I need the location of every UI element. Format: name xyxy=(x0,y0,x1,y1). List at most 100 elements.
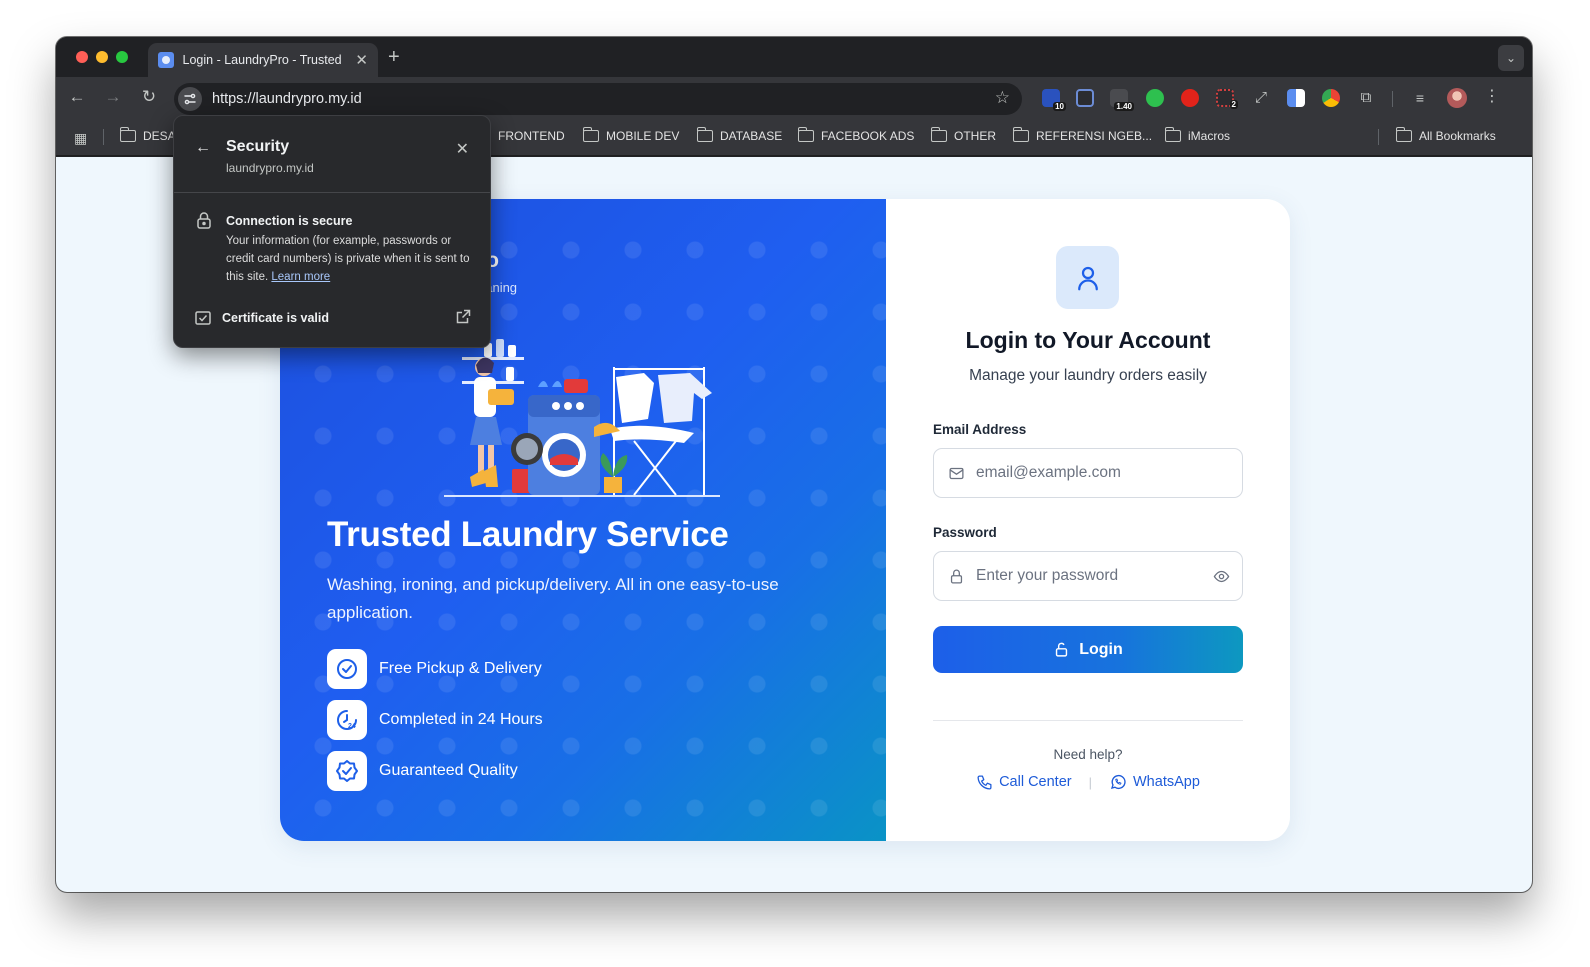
certificate-icon xyxy=(195,311,211,325)
tab-favicon-icon xyxy=(158,52,174,68)
all-bookmarks-folder[interactable]: All Bookmarks xyxy=(1395,127,1496,143)
site-info-icon[interactable] xyxy=(178,87,202,111)
popup-domain: laundrypro.my.id xyxy=(226,161,314,175)
feature-item: Free Pickup & Delivery xyxy=(327,649,542,689)
svg-text:24: 24 xyxy=(348,723,356,730)
security-popup: ← Security laundrypro.my.id ✕ Connection… xyxy=(173,115,491,348)
email-label: Email Address xyxy=(933,422,1027,437)
bookmark-folder[interactable]: iMacros xyxy=(1164,127,1230,143)
folder-icon xyxy=(930,127,947,142)
email-field[interactable] xyxy=(933,448,1243,498)
folder-icon xyxy=(696,127,713,142)
extension-badge-2-icon[interactable]: 2 xyxy=(1216,89,1238,109)
lock-icon xyxy=(950,569,963,584)
folder-icon xyxy=(1395,127,1412,142)
bookmark-star-icon[interactable]: ☆ xyxy=(995,88,1010,108)
reading-list-icon[interactable]: ≡ xyxy=(1411,89,1429,107)
profile-avatar[interactable] xyxy=(1447,88,1467,108)
extension-chrome-icon[interactable] xyxy=(1322,89,1340,107)
learn-more-link[interactable]: Learn more xyxy=(271,271,330,283)
bookmark-folder[interactable]: OTHER xyxy=(930,127,996,143)
browser-tab[interactable]: Login - LaundryPro - Trusted ✕ xyxy=(148,43,378,77)
minimize-window-button[interactable] xyxy=(96,51,108,63)
login-panel: Login to Your Account Manage your laundr… xyxy=(886,199,1290,841)
help-links: Call Center | WhatsApp xyxy=(886,773,1290,791)
feature-label: Guaranteed Quality xyxy=(379,762,518,779)
unlock-icon xyxy=(1056,642,1068,657)
browser-menu-icon[interactable]: ⋮ xyxy=(1484,86,1500,106)
need-help-text: Need help? xyxy=(1053,747,1123,762)
folder-icon xyxy=(119,127,136,142)
certificate-status[interactable]: Certificate is valid xyxy=(222,311,329,325)
bookmarks-separator xyxy=(1378,129,1379,145)
login-subtitle: Manage your laundry orders easily xyxy=(969,367,1207,384)
bookmarks-separator xyxy=(103,129,104,145)
tab-search-icon[interactable]: ⌄ xyxy=(1498,45,1524,71)
maximize-window-button[interactable] xyxy=(116,51,128,63)
browser-toolbar: ← → ↻ https://laundrypro.my.id ☆ 10 1.40… xyxy=(56,77,1532,119)
divider xyxy=(933,720,1243,721)
tab-title: Login - LaundryPro - Trusted xyxy=(182,53,342,67)
check-circle-icon xyxy=(327,649,367,689)
external-link-icon[interactable] xyxy=(456,309,471,324)
bookmark-folder[interactable]: MOBILE DEV xyxy=(582,127,679,143)
hero-title: Trusted Laundry Service xyxy=(327,515,729,554)
feature-item: 24 Completed in 24 Hours xyxy=(327,700,543,740)
whatsapp-icon xyxy=(1110,774,1126,790)
close-window-button[interactable] xyxy=(76,51,88,63)
bookmark-folder[interactable]: DESA xyxy=(119,127,176,143)
folder-icon xyxy=(582,127,599,142)
bookmark-folder[interactable]: FACEBOOK ADS xyxy=(797,127,914,143)
login-button-label: Login xyxy=(1079,640,1123,658)
phone-icon xyxy=(977,774,992,790)
address-bar[interactable]: https://laundrypro.my.id ☆ xyxy=(174,83,1022,115)
folder-icon xyxy=(797,127,814,142)
user-icon xyxy=(1056,246,1119,309)
reload-icon[interactable]: ↻ xyxy=(138,87,160,107)
close-icon[interactable]: ✕ xyxy=(456,139,469,159)
login-title: Login to Your Account xyxy=(965,327,1211,353)
close-tab-icon[interactable]: ✕ xyxy=(355,51,368,69)
extension-badge-140-icon[interactable]: 1.40 xyxy=(1110,89,1134,111)
apps-grid-icon[interactable]: ▦ xyxy=(74,130,87,147)
browser-window: Login - LaundryPro - Trusted ✕ + ⌄ ← → ↻… xyxy=(56,37,1532,892)
login-button[interactable]: Login xyxy=(933,626,1243,673)
bookmark-folder[interactable]: REFERENSI NGEB... xyxy=(1012,127,1152,143)
extension-green-dot-icon[interactable] xyxy=(1146,89,1164,107)
extensions-puzzle-icon[interactable]: ⧉ xyxy=(1357,89,1375,107)
mail-icon xyxy=(949,467,964,479)
back-arrow-icon[interactable]: ← xyxy=(195,139,211,157)
adblock-plus-icon[interactable] xyxy=(1181,89,1199,107)
new-tab-icon[interactable]: + xyxy=(388,46,400,69)
connection-title: Connection is secure xyxy=(226,214,353,228)
password-input[interactable] xyxy=(976,567,1196,585)
hero-description: Washing, ironing, and pickup/delivery. A… xyxy=(327,575,779,622)
feature-item: Guaranteed Quality xyxy=(327,751,518,791)
lock-icon xyxy=(197,212,211,229)
bookmark-folder[interactable]: DATABASE xyxy=(696,127,782,143)
extension-eye-icon[interactable] xyxy=(1076,89,1094,107)
feature-label: Free Pickup & Delivery xyxy=(379,660,542,677)
call-center-link[interactable]: Call Center xyxy=(976,774,1072,791)
popup-divider xyxy=(174,192,490,193)
whatsapp-link[interactable]: WhatsApp xyxy=(1109,773,1200,791)
fullscreen-icon[interactable]: ⤢ xyxy=(1252,89,1270,107)
back-icon[interactable]: ← xyxy=(66,87,88,107)
badge-check-icon xyxy=(327,751,367,791)
toolbar-separator xyxy=(1392,91,1393,107)
feature-label: Completed in 24 Hours xyxy=(379,711,543,728)
help-separator: | xyxy=(1088,774,1092,790)
laundry-illustration xyxy=(444,339,720,497)
url-text: https://laundrypro.my.id xyxy=(212,91,362,107)
clock-24-icon: 24 xyxy=(327,700,367,740)
eye-icon[interactable] xyxy=(1213,568,1230,585)
folder-icon xyxy=(1012,127,1029,142)
password-label: Password xyxy=(933,525,997,540)
popup-title: Security xyxy=(226,138,290,155)
password-field[interactable] xyxy=(933,551,1243,601)
forward-icon[interactable]: → xyxy=(102,87,124,107)
extension-docs-icon[interactable] xyxy=(1287,89,1305,107)
folder-icon xyxy=(1164,127,1181,142)
email-input[interactable] xyxy=(976,464,1196,482)
extension-badge-10-icon[interactable]: 10 xyxy=(1042,89,1066,111)
